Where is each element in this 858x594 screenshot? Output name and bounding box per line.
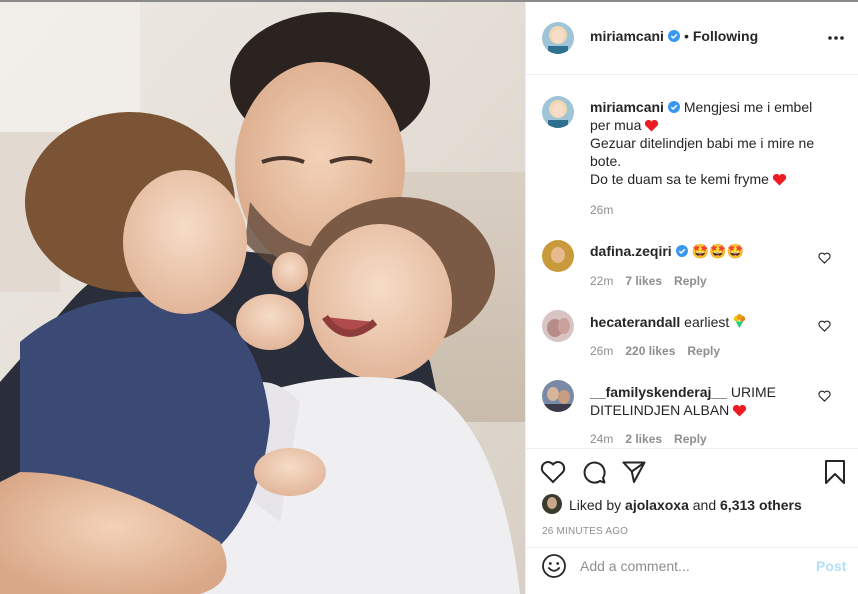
comment-heart-icon[interactable] <box>818 252 831 264</box>
caption-avatar[interactable] <box>542 96 574 128</box>
liker-avatar-image <box>542 494 562 514</box>
comment-avatar[interactable] <box>542 310 574 342</box>
comment-avatar[interactable] <box>542 240 574 272</box>
share-icon[interactable] <box>621 459 647 485</box>
caption-text: Mengjesi me i embel <box>683 99 813 115</box>
comment-time: 24m <box>590 432 614 446</box>
comment-input[interactable] <box>580 556 790 576</box>
heart-emoji-icon <box>645 119 659 132</box>
comment-time: 26m <box>590 344 614 358</box>
author-avatar-image <box>542 22 574 54</box>
comment-heart-icon[interactable] <box>818 390 831 402</box>
heart-icon[interactable] <box>540 459 566 485</box>
comment-icon[interactable] <box>581 459 607 485</box>
comment-avatar-image <box>542 310 574 342</box>
post-photo-illustration <box>0 2 525 594</box>
add-comment-form: Post <box>526 548 858 594</box>
comment-avatar[interactable] <box>542 380 574 412</box>
bouquet-emoji-icon <box>734 314 746 329</box>
following-button[interactable]: Following <box>693 28 758 44</box>
reply-button[interactable]: Reply <box>674 274 707 288</box>
actions-divider <box>526 448 858 449</box>
verified-icon <box>667 30 680 42</box>
verified-icon <box>667 101 680 113</box>
comment-time: 22m <box>590 274 614 288</box>
more-icon[interactable] <box>827 30 845 46</box>
comment-meta: 24m 2 likes Reply <box>590 432 719 446</box>
comment-avatar-image <box>542 380 574 412</box>
comment-meta: 22m 7 likes Reply <box>590 274 719 288</box>
comment-username[interactable]: hecaterandall <box>590 314 680 330</box>
comment-text: __familyskenderaj__ URIME DITELINDJEN AL… <box>590 383 810 419</box>
comment-meta: 26m 220 likes Reply <box>590 344 732 358</box>
post-header: miriamcani • Following <box>590 28 758 44</box>
verified-icon <box>675 245 688 257</box>
comment-text: hecaterandall earliest <box>590 313 810 331</box>
comment-likes[interactable]: 7 likes <box>625 274 662 288</box>
comment-likes[interactable]: 220 likes <box>625 344 675 358</box>
caption-text: Do te duam sa te kemi fryme <box>590 171 769 187</box>
caption-avatar-image <box>542 96 574 128</box>
comment-username[interactable]: dafina.zeqiri <box>590 243 672 259</box>
heart-emoji-icon <box>733 404 747 417</box>
emoji-icon[interactable] <box>541 553 567 579</box>
caption-line: per mua <box>590 116 840 134</box>
header-divider <box>526 74 858 75</box>
liker-avatar[interactable] <box>542 494 562 514</box>
reply-button[interactable]: Reply <box>687 344 720 358</box>
comment-body: 🤩🤩🤩 <box>691 243 744 259</box>
caption-line: Gezuar ditelindjen babi me i mire ne <box>590 135 815 151</box>
comment-avatar-image <box>542 240 574 272</box>
caption-line: Do te duam sa te kemi fryme <box>590 170 840 188</box>
post-timestamp[interactable]: 26 MINUTES AGO <box>542 526 628 537</box>
comment-likes[interactable]: 2 likes <box>625 432 662 446</box>
caption-text: per mua <box>590 117 642 133</box>
comment-heart-icon[interactable] <box>818 320 831 332</box>
caption-line: miriamcani Mengjesi me i embel <box>590 98 840 116</box>
liked-by: Liked by ajolaxoxa and 6,313 others <box>569 497 802 521</box>
liked-by-joiner: and <box>692 497 717 513</box>
author-avatar[interactable] <box>542 22 574 54</box>
reply-button[interactable]: Reply <box>674 432 707 446</box>
post-button[interactable]: Post <box>816 558 846 574</box>
caption-time: 26m <box>590 203 614 217</box>
post-panel: miriamcani • Following miriamcani Mengjesi… <box>525 2 858 594</box>
likes-count[interactable]: 6,313 others <box>720 497 802 513</box>
comment-text: dafina.zeqiri 🤩🤩🤩 <box>590 242 810 260</box>
heart-emoji-icon <box>772 173 787 186</box>
liked-by-user[interactable]: ajolaxoxa <box>625 497 689 513</box>
comment-body: earliest <box>684 314 730 330</box>
caption-username[interactable]: miriamcani <box>590 99 664 115</box>
caption-line: bote. <box>590 153 622 169</box>
header-dot: • <box>683 28 689 44</box>
liked-by-prefix: Liked by <box>569 497 622 513</box>
post-photo[interactable] <box>0 2 525 594</box>
comment-username[interactable]: __familyskenderaj__ <box>590 384 727 400</box>
bookmark-icon[interactable] <box>822 459 848 485</box>
author-username[interactable]: miriamcani <box>590 28 664 44</box>
post-caption: miriamcani Mengjesi me i embel per mua G… <box>590 98 840 188</box>
